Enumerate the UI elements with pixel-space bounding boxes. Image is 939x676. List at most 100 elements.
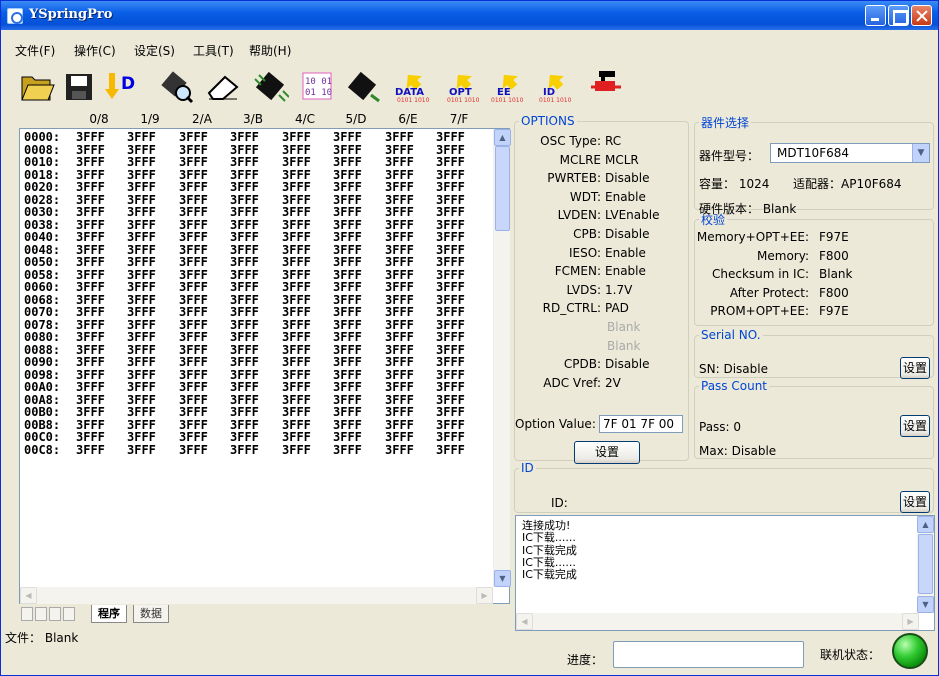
hex-cell[interactable]: 3FFF	[436, 381, 465, 394]
log-vertical-scrollbar[interactable]: ▲ ▼	[917, 516, 934, 613]
log-scroll-thumb[interactable]	[918, 534, 933, 594]
hex-cell[interactable]: 3FFF	[127, 443, 156, 457]
log-scroll-down-icon[interactable]: ▼	[917, 596, 934, 613]
serial-set-button[interactable]: 设置	[900, 357, 930, 379]
hex-cell[interactable]: 3FFF	[333, 156, 362, 169]
menu-settings[interactable]: 设定(S)	[134, 42, 175, 59]
hex-cell[interactable]: 3FFF	[385, 131, 414, 144]
hex-cell[interactable]: 3FFF	[436, 306, 465, 319]
hex-cell[interactable]: 3FFF	[127, 156, 156, 169]
hex-cell[interactable]: 3FFF	[333, 306, 362, 319]
scroll-right-icon[interactable]: ▶	[476, 587, 493, 604]
hex-cell[interactable]: 3FFF	[76, 206, 105, 219]
hex-cell[interactable]: 3FFF	[333, 381, 362, 394]
hex-cell[interactable]: 3FFF	[76, 306, 105, 319]
hex-editor[interactable]: 0000: 3FFF 3FFF 3FFF 3FFF 3FFF 3FFF 3FFF 3FFF 000…	[19, 128, 511, 604]
hex-cell[interactable]: 3FFF	[127, 231, 156, 244]
id-set-button[interactable]: 设置	[900, 491, 930, 513]
log-horizontal-scrollbar[interactable]: ◀ ▶	[516, 613, 919, 630]
download-arrow-icon[interactable]: D	[103, 67, 139, 105]
id-icon[interactable]: ID 0101 1010	[535, 67, 572, 105]
hex-cell[interactable]: 3FFF	[127, 206, 156, 219]
log-scroll-up-icon[interactable]: ▲	[917, 516, 934, 533]
hex-cell[interactable]: 3FFF	[76, 131, 105, 144]
hex-cell[interactable]: 3FFF	[76, 406, 105, 419]
hex-cell[interactable]: 3FFF	[385, 406, 414, 419]
ee-icon[interactable]: EE 0101 1010	[489, 67, 525, 105]
hex-cell[interactable]: 3FFF	[179, 331, 208, 344]
hex-cell[interactable]: 3FFF	[230, 131, 259, 144]
hex-cell[interactable]: 3FFF	[230, 206, 259, 219]
tab-data[interactable]: 数据	[133, 605, 169, 623]
hex-cell[interactable]: 3FFF	[385, 443, 414, 457]
hex-cell[interactable]: 3FFF	[282, 131, 311, 144]
menu-help[interactable]: 帮助(H)	[249, 42, 291, 59]
hex-cell[interactable]: 3FFF	[385, 381, 414, 394]
hex-cell[interactable]: 3FFF	[282, 406, 311, 419]
scroll-down-icon[interactable]: ▼	[494, 570, 511, 587]
hex-cell[interactable]: 3FFF	[282, 356, 311, 369]
hex-cell[interactable]: 3FFF	[385, 156, 414, 169]
hex-cell[interactable]: 3FFF	[230, 231, 259, 244]
maximize-button[interactable]	[888, 5, 909, 26]
hex-cell[interactable]: 3FFF	[230, 356, 259, 369]
hex-cell[interactable]: 3FFF	[76, 431, 105, 444]
hex-cell[interactable]: 3FFF	[230, 443, 259, 457]
device-model-select[interactable]: MDT10F684 ▼	[770, 143, 930, 163]
hex-cell[interactable]: 3FFF	[282, 381, 311, 394]
hex-cell[interactable]: 3FFF	[436, 443, 465, 457]
tab-program[interactable]: 程序	[91, 605, 127, 623]
hex-cell[interactable]: 3FFF	[385, 206, 414, 219]
chip-icon[interactable]	[253, 67, 290, 105]
hex-cell[interactable]: 3FFF	[282, 331, 311, 344]
menu-operate[interactable]: 操作(C)	[74, 42, 116, 59]
hex-cell[interactable]: 3FFF	[385, 356, 414, 369]
open-folder-icon[interactable]	[19, 67, 55, 105]
hex-cell[interactable]: 3FFF	[333, 356, 362, 369]
hex-cell[interactable]: 3FFF	[179, 381, 208, 394]
log-panel[interactable]: 连接成功! IC下载...... IC下载完成 IC下载...... IC下载完成 ▲ …	[515, 515, 935, 631]
tab-nav-box[interactable]	[49, 607, 61, 621]
hex-cell[interactable]: 3FFF	[385, 431, 414, 444]
hex-cell[interactable]: 3FFF	[385, 256, 414, 269]
eraser-icon[interactable]	[205, 67, 241, 105]
hex-cell[interactable]: 3FFF	[333, 331, 362, 344]
hex-cell[interactable]: 3FFF	[230, 181, 259, 194]
hex-cell[interactable]: 3FFF	[230, 431, 259, 444]
hex-cell[interactable]: 3FFF	[179, 443, 208, 457]
data-icon[interactable]: DATA 0101 1010	[393, 67, 430, 105]
hex-cell[interactable]: 3FFF	[127, 281, 156, 294]
hex-cell[interactable]: 3FFF	[333, 131, 362, 144]
hex-cell[interactable]: 3FFF	[76, 281, 105, 294]
minimize-button[interactable]	[865, 5, 886, 26]
hex-cell[interactable]: 3FFF	[282, 156, 311, 169]
hex-cell[interactable]: 3FFF	[230, 331, 259, 344]
save-disk-icon[interactable]	[61, 67, 97, 105]
hex-cell[interactable]: 3FFF	[436, 206, 465, 219]
hex-cell[interactable]: 3FFF	[333, 431, 362, 444]
menu-file[interactable]: 文件(F)	[15, 42, 55, 59]
log-scroll-left-icon[interactable]: ◀	[516, 613, 533, 630]
close-button[interactable]	[911, 5, 932, 26]
hex-cell[interactable]: 3FFF	[127, 331, 156, 344]
hex-cell[interactable]: 3FFF	[282, 231, 311, 244]
tab-nav-box[interactable]	[35, 607, 47, 621]
hex-cell[interactable]: 3FFF	[76, 443, 105, 457]
hex-cell[interactable]: 3FFF	[436, 331, 465, 344]
hex-cell[interactable]: 3FFF	[76, 381, 105, 394]
hex-cell[interactable]: 3FFF	[179, 231, 208, 244]
hex-cell[interactable]: 3FFF	[385, 331, 414, 344]
hex-cell[interactable]: 3FFF	[385, 181, 414, 194]
scroll-left-icon[interactable]: ◀	[20, 587, 37, 604]
hex-cell[interactable]: 3FFF	[230, 381, 259, 394]
option-value-field[interactable]: 7F 01 7F 00	[599, 415, 683, 433]
opt-icon[interactable]: OPT 0101 1010	[443, 67, 480, 105]
hex-cell[interactable]: 3FFF	[385, 231, 414, 244]
title-bar[interactable]: YSpringPro	[1, 1, 938, 30]
hex-cell[interactable]: 3FFF	[230, 281, 259, 294]
hex-cell[interactable]: 3FFF	[230, 156, 259, 169]
hex-cell[interactable]: 3FFF	[179, 281, 208, 294]
search-chip-icon[interactable]	[159, 67, 195, 105]
hex-cell[interactable]: 3FFF	[127, 356, 156, 369]
hex-cell[interactable]: 3FFF	[127, 381, 156, 394]
